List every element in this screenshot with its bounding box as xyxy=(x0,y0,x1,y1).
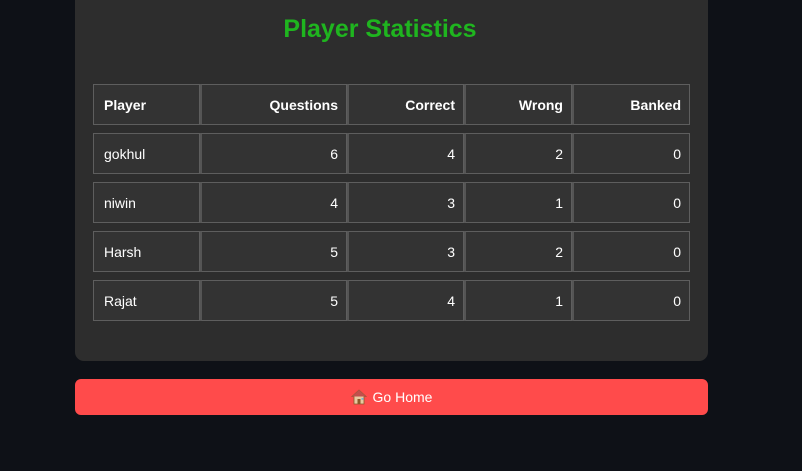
cell-banked: 0 xyxy=(572,231,690,272)
cell-correct: 3 xyxy=(347,182,464,223)
cell-questions: 6 xyxy=(200,133,347,174)
cell-questions: 5 xyxy=(200,231,347,272)
house-icon xyxy=(350,389,367,405)
go-home-button[interactable]: Go Home xyxy=(75,379,708,415)
stats-panel: Player Statistics Player Questions Corre… xyxy=(75,0,708,361)
cell-player: Rajat xyxy=(93,280,200,321)
column-header-questions: Questions xyxy=(200,84,347,125)
cell-questions: 5 xyxy=(200,280,347,321)
cell-wrong: 2 xyxy=(464,133,572,174)
cell-correct: 3 xyxy=(347,231,464,272)
cell-player: niwin xyxy=(93,182,200,223)
cell-wrong: 2 xyxy=(464,231,572,272)
column-header-wrong: Wrong xyxy=(464,84,572,125)
table-row: niwin 4 3 1 0 xyxy=(93,182,690,223)
table-row: gokhul 6 4 2 0 xyxy=(93,133,690,174)
column-header-correct: Correct xyxy=(347,84,464,125)
cell-banked: 0 xyxy=(572,182,690,223)
cell-correct: 4 xyxy=(347,133,464,174)
cell-player: Harsh xyxy=(93,231,200,272)
table-header-row: Player Questions Correct Wrong Banked xyxy=(93,84,690,125)
cell-banked: 0 xyxy=(572,280,690,321)
cell-wrong: 1 xyxy=(464,280,572,321)
stats-table: Player Questions Correct Wrong Banked go… xyxy=(93,76,690,329)
page-title: Player Statistics xyxy=(283,15,477,43)
column-header-player: Player xyxy=(93,84,200,125)
go-home-label: Go Home xyxy=(372,389,433,405)
table-row: Rajat 5 4 1 0 xyxy=(93,280,690,321)
cell-player: gokhul xyxy=(93,133,200,174)
column-header-banked: Banked xyxy=(572,84,690,125)
cell-questions: 4 xyxy=(200,182,347,223)
table-row: Harsh 5 3 2 0 xyxy=(93,231,690,272)
cell-wrong: 1 xyxy=(464,182,572,223)
cell-correct: 4 xyxy=(347,280,464,321)
cell-banked: 0 xyxy=(572,133,690,174)
